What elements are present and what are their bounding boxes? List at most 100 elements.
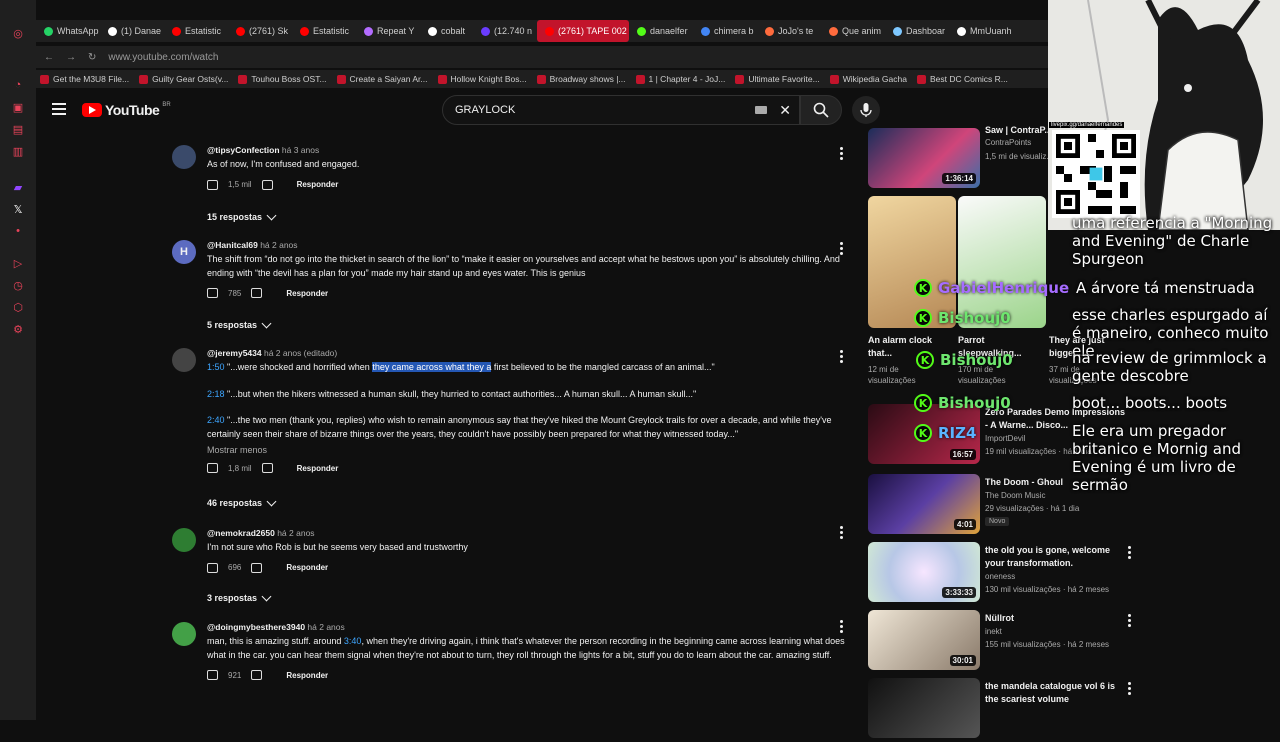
browser-tab[interactable]: Repeat Y	[356, 20, 420, 42]
video-title[interactable]: the mandela catalogue vol 6 is the scari…	[985, 680, 1130, 706]
sidebar-icon-3[interactable]: ▤	[9, 120, 27, 138]
x-icon[interactable]: 𝕏	[9, 200, 27, 218]
replies-toggle[interactable]: 3 respostas	[207, 591, 272, 603]
browser-tab[interactable]: JoJo's te	[757, 20, 821, 42]
like-icon[interactable]	[207, 288, 218, 298]
more-options-icon[interactable]	[840, 147, 844, 160]
timestamp-link[interactable]: 2:18	[207, 389, 225, 399]
url-field[interactable]: www.youtube.com/watch	[108, 52, 218, 63]
more-options-icon[interactable]	[840, 350, 844, 363]
hamburger-menu-icon[interactable]	[52, 103, 66, 115]
bookmark-item[interactable]: Guilty Gear Osts(v...	[139, 74, 228, 84]
more-options-icon[interactable]	[1128, 682, 1131, 695]
comment-author[interactable]: @nemokrad2650	[207, 528, 275, 538]
avatar[interactable]	[172, 622, 196, 646]
video-thumbnail[interactable]: 1:36:14	[868, 128, 980, 188]
more-options-icon[interactable]	[840, 526, 844, 539]
sidebar-icon-2[interactable]: ▣	[9, 98, 27, 116]
bookmark-item[interactable]: Wikipedia Gacha	[829, 74, 907, 84]
comment-author[interactable]: @Hanitcal69	[207, 240, 258, 250]
opera-icon[interactable]: ◎	[9, 24, 27, 42]
back-icon[interactable]: ←	[44, 52, 54, 63]
show-less-button[interactable]: Mostrar menos	[207, 445, 857, 455]
more-options-icon[interactable]	[1128, 546, 1131, 559]
channel-name[interactable]: oneness	[985, 572, 1015, 581]
related-video[interactable]: 30:01 Nüllrot inekt 155 mil visualizaçõe…	[868, 610, 1138, 674]
reply-button[interactable]: Responder	[297, 464, 339, 473]
comment-author[interactable]: @tipsyConfection	[207, 145, 280, 155]
dislike-icon[interactable]	[251, 670, 263, 680]
more-options-icon[interactable]	[840, 620, 844, 633]
bookmark-item[interactable]: Get the M3U8 File...	[40, 74, 129, 84]
like-icon[interactable]	[207, 179, 218, 190]
reply-button[interactable]: Responder	[286, 289, 328, 298]
channel-name[interactable]: ImportDevil	[985, 434, 1025, 443]
browser-tab[interactable]: Estatistic	[164, 20, 228, 42]
dislike-icon[interactable]	[261, 463, 273, 473]
video-thumbnail[interactable]: 4:01	[868, 474, 980, 534]
browser-tab[interactable]: chimera b	[693, 20, 757, 42]
related-video[interactable]: the mandela catalogue vol 6 is the scari…	[868, 678, 1138, 742]
player-icon[interactable]: ▷	[9, 254, 27, 272]
like-icon[interactable]	[207, 670, 218, 680]
video-thumbnail[interactable]	[868, 678, 980, 738]
bookmark-item[interactable]: Create a Saiyan Ar...	[336, 74, 428, 84]
video-title[interactable]: Nüllrot	[985, 612, 1130, 625]
browser-tab[interactable]: Dashboar	[885, 20, 949, 42]
reply-button[interactable]: Responder	[286, 563, 328, 572]
bookmark-item[interactable]: Broadway shows |...	[536, 74, 626, 84]
reload-icon[interactable]: ↻	[88, 52, 96, 63]
sidebar-icon-1[interactable]: ◔	[9, 76, 27, 94]
like-icon[interactable]	[207, 562, 218, 573]
comment-time[interactable]: há 2 anos	[307, 622, 344, 632]
bookmark-item[interactable]: Hollow Knight Bos...	[437, 74, 527, 84]
extension-icon[interactable]: ⬡	[9, 298, 27, 316]
replies-toggle[interactable]: 46 respostas	[207, 496, 277, 508]
youtube-logo[interactable]: YouTube BR	[82, 102, 171, 118]
browser-tab[interactable]: (2761) Sk	[228, 20, 292, 42]
browser-tab[interactable]: WhatsApp	[36, 20, 100, 42]
channel-name[interactable]: The Doom Music	[985, 491, 1045, 500]
bookmark-item[interactable]: Ultimate Favorite...	[735, 74, 820, 84]
timestamp-link[interactable]: 3:40	[344, 636, 362, 646]
bookmark-item[interactable]: Touhou Boss OST...	[238, 74, 327, 84]
browser-tab[interactable]: (1) Danae	[100, 20, 164, 42]
replies-toggle[interactable]: 5 respostas	[207, 318, 272, 330]
sidebar-icon-4[interactable]: ▥	[9, 142, 27, 160]
comment-time[interactable]: há 3 anos	[282, 145, 319, 155]
browser-tab[interactable]: cobalt	[420, 20, 473, 42]
keyboard-icon[interactable]	[755, 106, 767, 114]
more-options-icon[interactable]	[1128, 614, 1131, 627]
forward-icon[interactable]: →	[66, 52, 76, 63]
channel-name[interactable]: ContraPoints	[985, 138, 1031, 147]
avatar[interactable]	[172, 145, 196, 169]
bookmark-item[interactable]: 1 | Chapter 4 - JoJ...	[635, 74, 725, 84]
avatar[interactable]: H	[172, 240, 196, 264]
avatar[interactable]	[172, 348, 196, 372]
comment-author[interactable]: @doingmybesthere3940	[207, 622, 305, 632]
avatar[interactable]	[172, 528, 196, 552]
browser-tab[interactable]: (2761) TAPE 002	[537, 20, 630, 42]
comment-author[interactable]: @jeremy5434	[207, 348, 262, 358]
clock-icon[interactable]: ◷	[9, 276, 27, 294]
comment-time[interactable]: há 2 anos	[277, 528, 314, 538]
replies-toggle[interactable]: 15 respostas	[207, 210, 277, 222]
bookmark-item[interactable]: Best DC Comics R...	[916, 74, 1008, 84]
dislike-icon[interactable]	[251, 562, 263, 573]
video-thumbnail[interactable]: 30:01	[868, 610, 980, 670]
voice-search-button[interactable]	[852, 96, 880, 124]
more-options-icon[interactable]	[840, 242, 844, 255]
timestamp-link[interactable]: 2:40	[207, 415, 225, 425]
browser-tab[interactable]: danaelfer	[629, 20, 693, 42]
timestamp-link[interactable]: 1:50	[207, 362, 225, 372]
related-video[interactable]: 3:33:33 the old you is gone, welcome you…	[868, 542, 1138, 606]
comment-time[interactable]: há 2 anos (editado)	[264, 348, 337, 358]
video-thumbnail[interactable]: 3:33:33	[868, 542, 980, 602]
reply-button[interactable]: Responder	[297, 180, 339, 189]
sidebar-icon-5[interactable]: •	[9, 222, 27, 240]
dislike-icon[interactable]	[261, 179, 273, 190]
browser-tab[interactable]: (12.740 n	[473, 20, 537, 42]
like-icon[interactable]	[207, 463, 218, 473]
comment-time[interactable]: há 2 anos	[260, 240, 297, 250]
video-title[interactable]: the old you is gone, welcome your transf…	[985, 544, 1130, 570]
